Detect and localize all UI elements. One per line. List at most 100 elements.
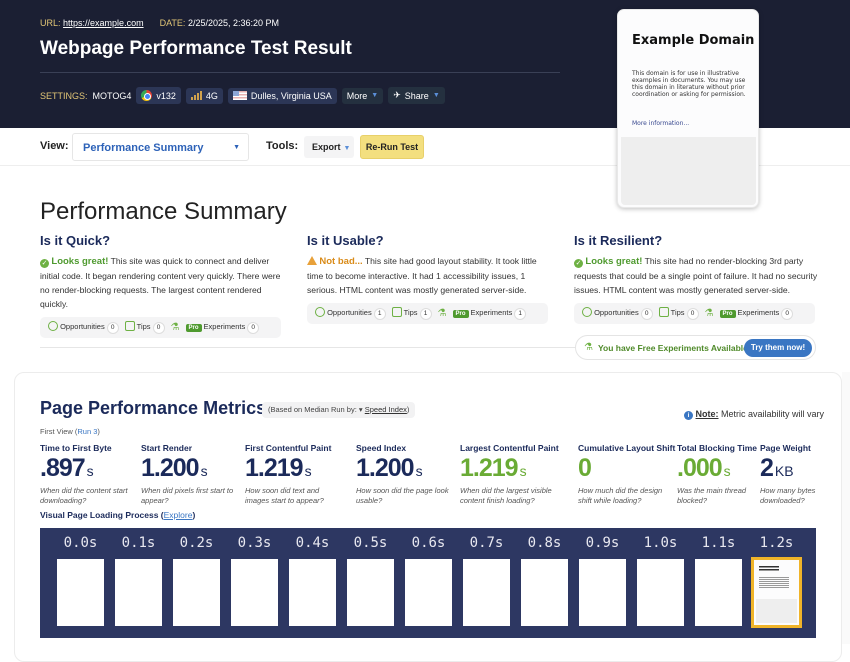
us-flag-icon (232, 91, 247, 100)
frame-thumbnail (751, 557, 802, 628)
experiments-link[interactable]: Pro Experiments 1 (452, 307, 527, 320)
metric-item: Cumulative Layout Shift 0 How much did t… (578, 443, 678, 505)
view-label: View: (40, 140, 69, 152)
filmstrip-frame[interactable]: 0.7s (459, 528, 514, 626)
flask-icon: ⚗ (704, 308, 714, 319)
opportunities-link[interactable]: Opportunities 0 (582, 307, 653, 320)
url-link[interactable]: https://example.com (63, 18, 144, 28)
summary-column: Is it Resilient? ✓ Looks great! This sit… (574, 233, 819, 324)
settings-label: SETTINGS: (40, 90, 88, 101)
caret-down-icon: ▼ (432, 92, 440, 99)
preview-body: This domain is for use in illustrative e… (632, 70, 746, 98)
device-value: MOTOG4 (92, 90, 132, 101)
experiments-count: 1 (514, 307, 527, 320)
metric-name: Time to First Byte (40, 443, 112, 453)
page-screenshot-preview[interactable]: Example Domain This domain is for use in… (617, 9, 759, 208)
frame-thumbnail (695, 559, 742, 626)
pro-badge: Pro (185, 323, 202, 332)
opportunities-link[interactable]: Opportunities 0 (48, 321, 119, 334)
more-button[interactable]: More ▼ (341, 87, 384, 104)
median-metric-link[interactable]: Speed Index (365, 405, 407, 414)
metric-value-wrap: 1.219 s (460, 454, 560, 485)
location-value: Dulles, Virginia USA (250, 90, 332, 101)
filmstrip-frame[interactable]: 0.1s (111, 528, 166, 626)
filmstrip-frame[interactable]: 0.2s (169, 528, 224, 626)
experiments-link[interactable]: Pro Experiments 0 (185, 321, 260, 334)
opportunities-label: Opportunities (327, 308, 372, 317)
summary-heading: Is it Resilient? (574, 233, 663, 248)
frame-time: 0.4s (295, 535, 330, 551)
opportunities-link[interactable]: Opportunities 1 (315, 307, 386, 320)
summary-heading: Is it Usable? (307, 233, 384, 248)
tips-link[interactable]: Tips 1 (391, 307, 432, 320)
filmstrip-frame[interactable]: 0.5s (343, 528, 398, 626)
more-label: More (346, 90, 368, 101)
filmstrip-frame[interactable]: 0.6s (401, 528, 456, 626)
summary-column: Is it Quick? ✓ Looks great! This site wa… (40, 233, 285, 338)
metric-name: Page Weight (760, 443, 811, 453)
opportunities-label: Opportunities (594, 308, 639, 317)
metric-description: When did the content start downloading? (40, 486, 128, 505)
flask-icon: ⚗ (170, 322, 180, 333)
summary-counts: Opportunities 1 Tips 1 ⚗ Pro Experiments 1 (307, 303, 548, 324)
experiments-link[interactable]: Pro Experiments 0 (719, 307, 794, 320)
metric-value: 1.200 (356, 454, 415, 482)
median-run-selector: (Based on Median Run by: ▾ Speed Index) (262, 402, 416, 418)
metric-item: Time to First Byte .897 s When did the co… (40, 443, 140, 505)
filmstrip-frame[interactable]: 1.1s (691, 528, 746, 626)
share-label: Share (404, 90, 429, 101)
filmstrip-frame[interactable]: 1.2s (749, 528, 804, 628)
experiments-label: Experiments (203, 321, 246, 331)
metric-value-wrap: 1.200 s (356, 454, 456, 485)
metric-description: When did the largest visible content fin… (460, 486, 552, 505)
filmstrip-frame[interactable]: 1.0s (633, 528, 688, 626)
filmstrip-frame[interactable]: 0.8s (517, 528, 572, 626)
frame-thumbnail (115, 559, 162, 626)
verdict: Not bad... (319, 256, 363, 267)
frame-thumbnail (289, 559, 336, 626)
metric-value-wrap: 1.200 s (141, 454, 241, 485)
metric-item: Speed Index 1.200 s How soon did the page… (356, 443, 456, 505)
summary-text: ✓ Looks great! This site was quick to co… (40, 254, 285, 311)
first-view-end: ) (97, 427, 100, 436)
experiments-count: 0 (247, 321, 260, 334)
preview-blank-area (621, 137, 756, 205)
pro-badge: Pro (452, 309, 469, 318)
frame-time: 0.6s (411, 535, 446, 551)
visual-loading-label: Visual Page Loading Process (Explore) (40, 510, 196, 520)
tips-link[interactable]: Tips 0 (124, 321, 165, 334)
tips-link[interactable]: Tips 0 (658, 307, 699, 320)
test-meta: URL: https://example.com DATE: 2/25/2025… (40, 18, 279, 28)
explore-link[interactable]: Explore (164, 510, 193, 520)
flask-icon: ⚗ (437, 308, 447, 319)
metric-unit: s (86, 463, 94, 479)
filmstrip-frame[interactable]: 0.9s (575, 528, 630, 626)
export-button[interactable]: Export ▼ (304, 136, 354, 158)
browser-version: v132 (156, 90, 176, 101)
tips-label: Tips (670, 308, 685, 317)
metric-note[interactable]: i Note: Metric availability will vary (684, 409, 824, 420)
filmstrip-frame[interactable]: 0.4s (285, 528, 340, 626)
share-button[interactable]: ✈ Share ▼ (388, 87, 445, 104)
metric-value-wrap: 2 KB (760, 454, 820, 485)
metric-item: Largest Contentful Paint 1.219 s When did… (460, 443, 560, 505)
frame-time: 1.1s (701, 535, 736, 551)
frame-time: 0.9s (585, 535, 620, 551)
scrollbar[interactable] (842, 372, 850, 644)
frame-thumbnail (579, 559, 626, 626)
filmstrip-frame[interactable]: 0.0s (53, 528, 108, 626)
tools-label: Tools: (266, 140, 299, 152)
try-them-now-button[interactable]: Try them now! (744, 339, 812, 357)
settings-bar: SETTINGS: MOTOG4 v132 4G Dulles, Virgini… (40, 87, 445, 104)
filmstrip-frame[interactable]: 0.3s (227, 528, 282, 626)
metric-value-wrap: 0 (578, 454, 678, 485)
warning-icon (307, 256, 317, 265)
first-view-label: First View (Run 3) (40, 427, 100, 436)
caret-down-icon: ▼ (343, 145, 351, 152)
rerun-test-button[interactable]: Re-Run Test (360, 135, 424, 159)
pro-badge: Pro (719, 309, 736, 318)
frame-time: 0.7s (469, 535, 504, 551)
view-select[interactable]: Performance Summary ▼ (72, 133, 249, 161)
run-link[interactable]: Run 3 (77, 427, 97, 436)
summary-heading: Is it Quick? (40, 233, 111, 248)
